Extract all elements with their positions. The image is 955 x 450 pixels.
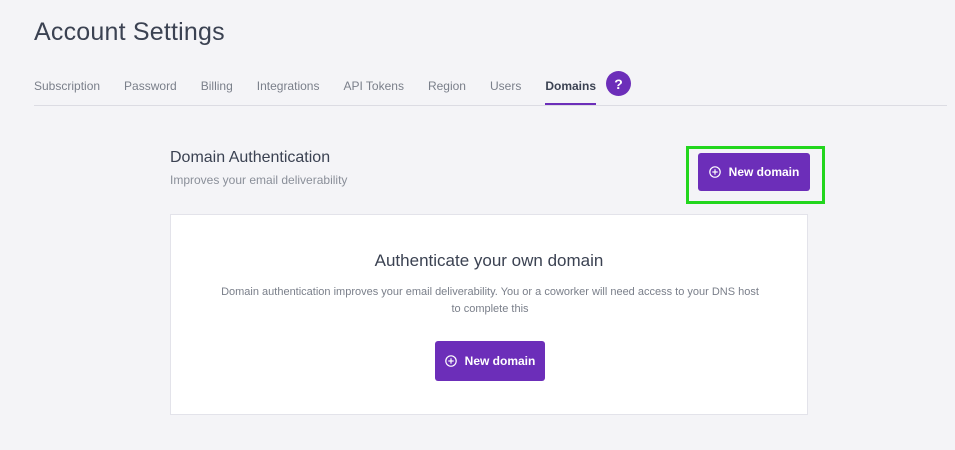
plus-circle-icon bbox=[708, 166, 721, 178]
help-button[interactable]: ? bbox=[606, 71, 632, 96]
settings-tabs: Subscription Password Billing Integratio… bbox=[34, 70, 947, 106]
section-subtitle: Improves your email deliverability bbox=[170, 173, 348, 187]
card-new-domain-button-label: New domain bbox=[464, 354, 536, 368]
tab-domains[interactable]: Domains bbox=[545, 70, 597, 105]
authenticate-domain-card: Authenticate your own domain Domain auth… bbox=[170, 214, 808, 415]
card-description: Domain authentication improves your emai… bbox=[221, 286, 759, 315]
tab-users[interactable]: Users bbox=[490, 70, 521, 95]
question-mark-icon: ? bbox=[614, 75, 623, 92]
tab-subscription[interactable]: Subscription bbox=[34, 70, 100, 95]
section-title: Domain Authentication bbox=[170, 149, 331, 166]
tab-integrations[interactable]: Integrations bbox=[257, 70, 320, 95]
account-settings-page: Account Settings Subscription Password B… bbox=[0, 0, 955, 450]
tab-password[interactable]: Password bbox=[124, 70, 177, 95]
new-domain-button-label: New domain bbox=[728, 165, 800, 179]
card-new-domain-button[interactable]: New domain bbox=[435, 341, 545, 381]
card-title: Authenticate your own domain bbox=[374, 251, 604, 270]
tab-api-tokens[interactable]: API Tokens bbox=[343, 70, 403, 95]
page-title: Account Settings bbox=[34, 18, 225, 46]
tab-region[interactable]: Region bbox=[428, 70, 466, 95]
new-domain-button[interactable]: New domain bbox=[698, 153, 810, 191]
tab-billing[interactable]: Billing bbox=[201, 70, 233, 95]
plus-circle-icon bbox=[444, 355, 457, 367]
